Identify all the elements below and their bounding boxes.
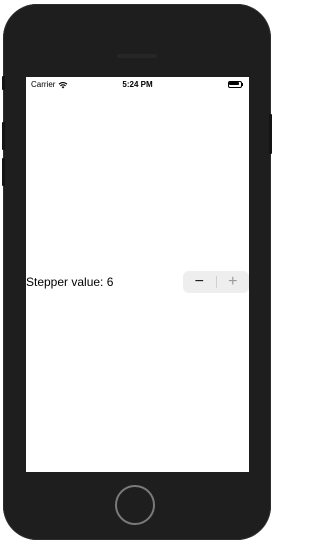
plus-icon: + bbox=[228, 273, 238, 290]
battery-tip bbox=[242, 83, 243, 86]
battery-fill bbox=[229, 82, 239, 85]
stepper-decrement-button[interactable]: − bbox=[183, 271, 216, 293]
status-time: 5:24 PM bbox=[122, 80, 153, 89]
battery-full-icon bbox=[228, 81, 243, 88]
mute-switch bbox=[2, 76, 5, 90]
power-button bbox=[269, 114, 272, 154]
home-button[interactable] bbox=[115, 485, 155, 525]
volume-up-button bbox=[2, 122, 5, 150]
value-stepper[interactable]: − + bbox=[183, 271, 249, 293]
stepper-value-label: Stepper value: 6 bbox=[26, 275, 114, 289]
earpiece-speaker bbox=[117, 54, 157, 58]
volume-down-button bbox=[2, 158, 5, 186]
app-screen: Carrier 5:24 PM Stepper value: 6 − + bbox=[26, 77, 249, 472]
status-bar: Carrier 5:24 PM bbox=[26, 77, 249, 93]
minus-icon: − bbox=[194, 273, 204, 290]
device-frame: Carrier 5:24 PM Stepper value: 6 − + bbox=[0, 0, 274, 544]
stepper-increment-button[interactable]: + bbox=[217, 271, 250, 293]
